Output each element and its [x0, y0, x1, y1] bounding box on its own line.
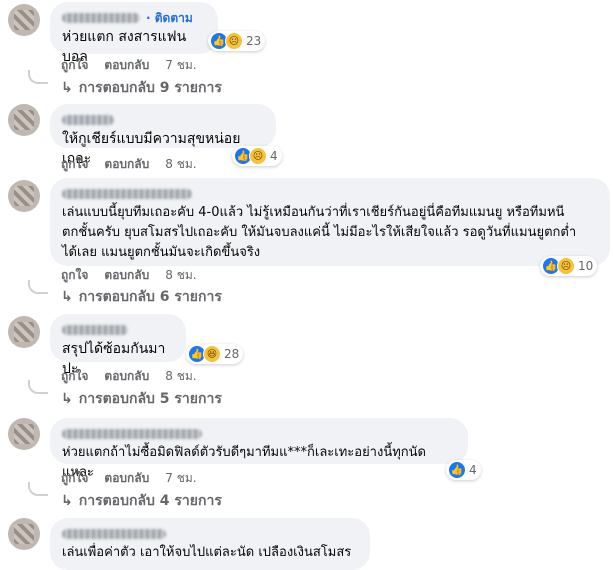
reaction-summary[interactable]: 👍 😆 28 — [186, 344, 244, 364]
replies-label: การตอบกลับ 6 รายการ — [78, 289, 222, 305]
reply-link[interactable]: ตอบกลับ — [104, 56, 149, 75]
author-row — [62, 185, 598, 203]
author-row — [62, 425, 456, 443]
comment-bubble: เล่นแบบนี้ยุบทีมเถอะคับ 4-0แล้ว ไม่รู้เห… — [50, 178, 610, 266]
sad-reaction-icon: ☹ — [225, 32, 243, 50]
haha-reaction-icon: 😆 — [203, 345, 221, 363]
reaction-summary[interactable]: 👍 4 — [446, 460, 481, 480]
avatar[interactable] — [8, 418, 40, 450]
reply-link[interactable]: ตอบกลับ — [104, 469, 149, 488]
reply-arrow-icon: ↳ — [61, 493, 73, 509]
view-replies-link[interactable]: ↳ การตอบกลับ 6 รายการ — [61, 286, 222, 308]
like-link[interactable]: ถูกใจ — [61, 469, 88, 488]
timestamp[interactable]: 7 ชม. — [165, 56, 196, 75]
reaction-summary[interactable]: 👍 ☹ 4 — [232, 146, 282, 166]
comment-actions: ถูกใจ ตอบกลับ 7 ชม. — [61, 469, 197, 488]
avatar[interactable] — [8, 180, 40, 212]
author-row — [62, 525, 358, 543]
author-name[interactable] — [62, 529, 166, 539]
reply-link[interactable]: ตอบกลับ — [104, 266, 149, 285]
thread-connector — [28, 482, 48, 496]
like-link[interactable]: ถูกใจ — [61, 367, 88, 386]
comment-2: ให้กูเชียร์แบบมีความสุขหน่อยเถอะ 👍 ☹ 4 ถ… — [0, 104, 613, 174]
avatar[interactable] — [8, 104, 40, 136]
avatar[interactable] — [8, 316, 40, 348]
reaction-count: 28 — [224, 347, 240, 361]
follow-link[interactable]: · ติดตาม — [146, 9, 193, 28]
reaction-count: 23 — [246, 34, 262, 48]
reaction-count: 4 — [270, 149, 278, 163]
avatar[interactable] — [8, 4, 40, 36]
author-name[interactable] — [62, 115, 114, 125]
author-name[interactable] — [62, 189, 192, 199]
author-name[interactable] — [62, 13, 140, 23]
author-row — [62, 111, 264, 129]
comment-3: เล่นแบบนี้ยุบทีมเถอะคับ 4-0แล้ว ไม่รู้เห… — [0, 176, 613, 306]
view-replies-link[interactable]: ↳ การตอบกลับ 9 รายการ — [61, 77, 222, 99]
author-name[interactable] — [62, 429, 202, 439]
comment-text-line: เล่นแบบนี้ยุบทีมเถอะคับ 4-0แล้ว ไม่รู้เห… — [62, 205, 565, 220]
comment-5: ห่วยแตกถ้าไม่ซื้อมิดฟิลด์ตัวรับดีๆมาทีมแ… — [0, 418, 613, 514]
like-link[interactable]: ถูกใจ — [61, 266, 88, 285]
reaction-count: 10 — [578, 259, 594, 273]
reply-arrow-icon: ↳ — [61, 391, 73, 407]
timestamp[interactable]: 8 ชม. — [165, 266, 196, 285]
comment-actions: ถูกใจ ตอบกลับ 8 ชม. — [61, 367, 197, 386]
like-link[interactable]: ถูกใจ — [61, 56, 88, 75]
replies-label: การตอบกลับ 5 รายการ — [78, 391, 222, 407]
comment-actions: ถูกใจ ตอบกลับ 7 ชม. — [61, 56, 197, 75]
like-link[interactable]: ถูกใจ — [61, 155, 88, 174]
like-reaction-icon: 👍 — [448, 461, 466, 479]
avatar[interactable] — [8, 518, 40, 550]
sad-reaction-icon: ☹ — [249, 147, 267, 165]
author-name[interactable] — [62, 325, 128, 335]
comment-bubble: สรุปได้ซ้อมกันมาปะ — [50, 314, 186, 377]
thread-connector — [28, 380, 48, 394]
reply-link[interactable]: ตอบกลับ — [104, 155, 149, 174]
reply-arrow-icon: ↳ — [61, 289, 73, 305]
timestamp[interactable]: 8 ชม. — [165, 155, 196, 174]
comment-text-line: ได้เลย แมนยูตกชั้นมันจะเกิดขึ้นจริง — [62, 245, 261, 260]
replies-label: การตอบกลับ 9 รายการ — [78, 80, 222, 96]
reaction-summary[interactable]: 👍 ☹ 10 — [540, 256, 598, 276]
thread-connector — [28, 280, 48, 294]
reaction-count: 4 — [469, 463, 477, 477]
comment-bubble: ห่วยแตกถ้าไม่ซื้อมิดฟิลด์ตัวรับดีๆมาทีมแ… — [50, 418, 468, 480]
reaction-summary[interactable]: 👍 ☹ 23 — [208, 31, 266, 51]
comment-text-line: ตกชั้นครับ ยุบสโมสรไปเถอะคับ ให้มันจบลงแ… — [62, 225, 577, 240]
comment-bubble: ให้กูเชียร์แบบมีความสุขหน่อยเถอะ — [50, 104, 276, 167]
reply-arrow-icon: ↳ — [61, 80, 73, 96]
view-replies-link[interactable]: ↳ การตอบกลับ 5 รายการ — [61, 388, 222, 410]
reply-link[interactable]: ตอบกลับ — [104, 367, 149, 386]
timestamp[interactable]: 8 ชม. — [165, 367, 196, 386]
comment-actions: ถูกใจ ตอบกลับ 8 ชม. — [61, 155, 197, 174]
timestamp[interactable]: 7 ชม. — [165, 469, 196, 488]
author-row — [62, 321, 174, 339]
comment-text: เล่นเพื่อค่าตัว เอาให้จบไปแต่ละนัด เปลือ… — [62, 545, 352, 560]
author-row: · ติดตาม — [62, 9, 206, 27]
view-replies-link[interactable]: ↳ การตอบกลับ 4 รายการ — [61, 490, 222, 512]
replies-label: การตอบกลับ 4 รายการ — [78, 493, 222, 509]
thread-connector — [28, 70, 48, 84]
comment-actions: ถูกใจ ตอบกลับ 8 ชม. — [61, 266, 197, 285]
sad-reaction-icon: ☹ — [557, 257, 575, 275]
comment-6: เล่นเพื่อค่าตัว เอาให้จบไปแต่ละนัด เปลือ… — [0, 516, 613, 570]
comment-bubble: เล่นเพื่อค่าตัว เอาให้จบไปแต่ละนัด เปลือ… — [50, 518, 370, 570]
comment-1: · ติดตาม ห่วยแตก สงสารแฟนบอล 👍 ☹ 23 ถูกใ… — [0, 0, 613, 100]
comment-bubble: · ติดตาม ห่วยแตก สงสารแฟนบอล — [50, 2, 218, 65]
comment-4: สรุปได้ซ้อมกันมาปะ 👍 😆 28 ถูกใจ ตอบกลับ … — [0, 314, 613, 414]
